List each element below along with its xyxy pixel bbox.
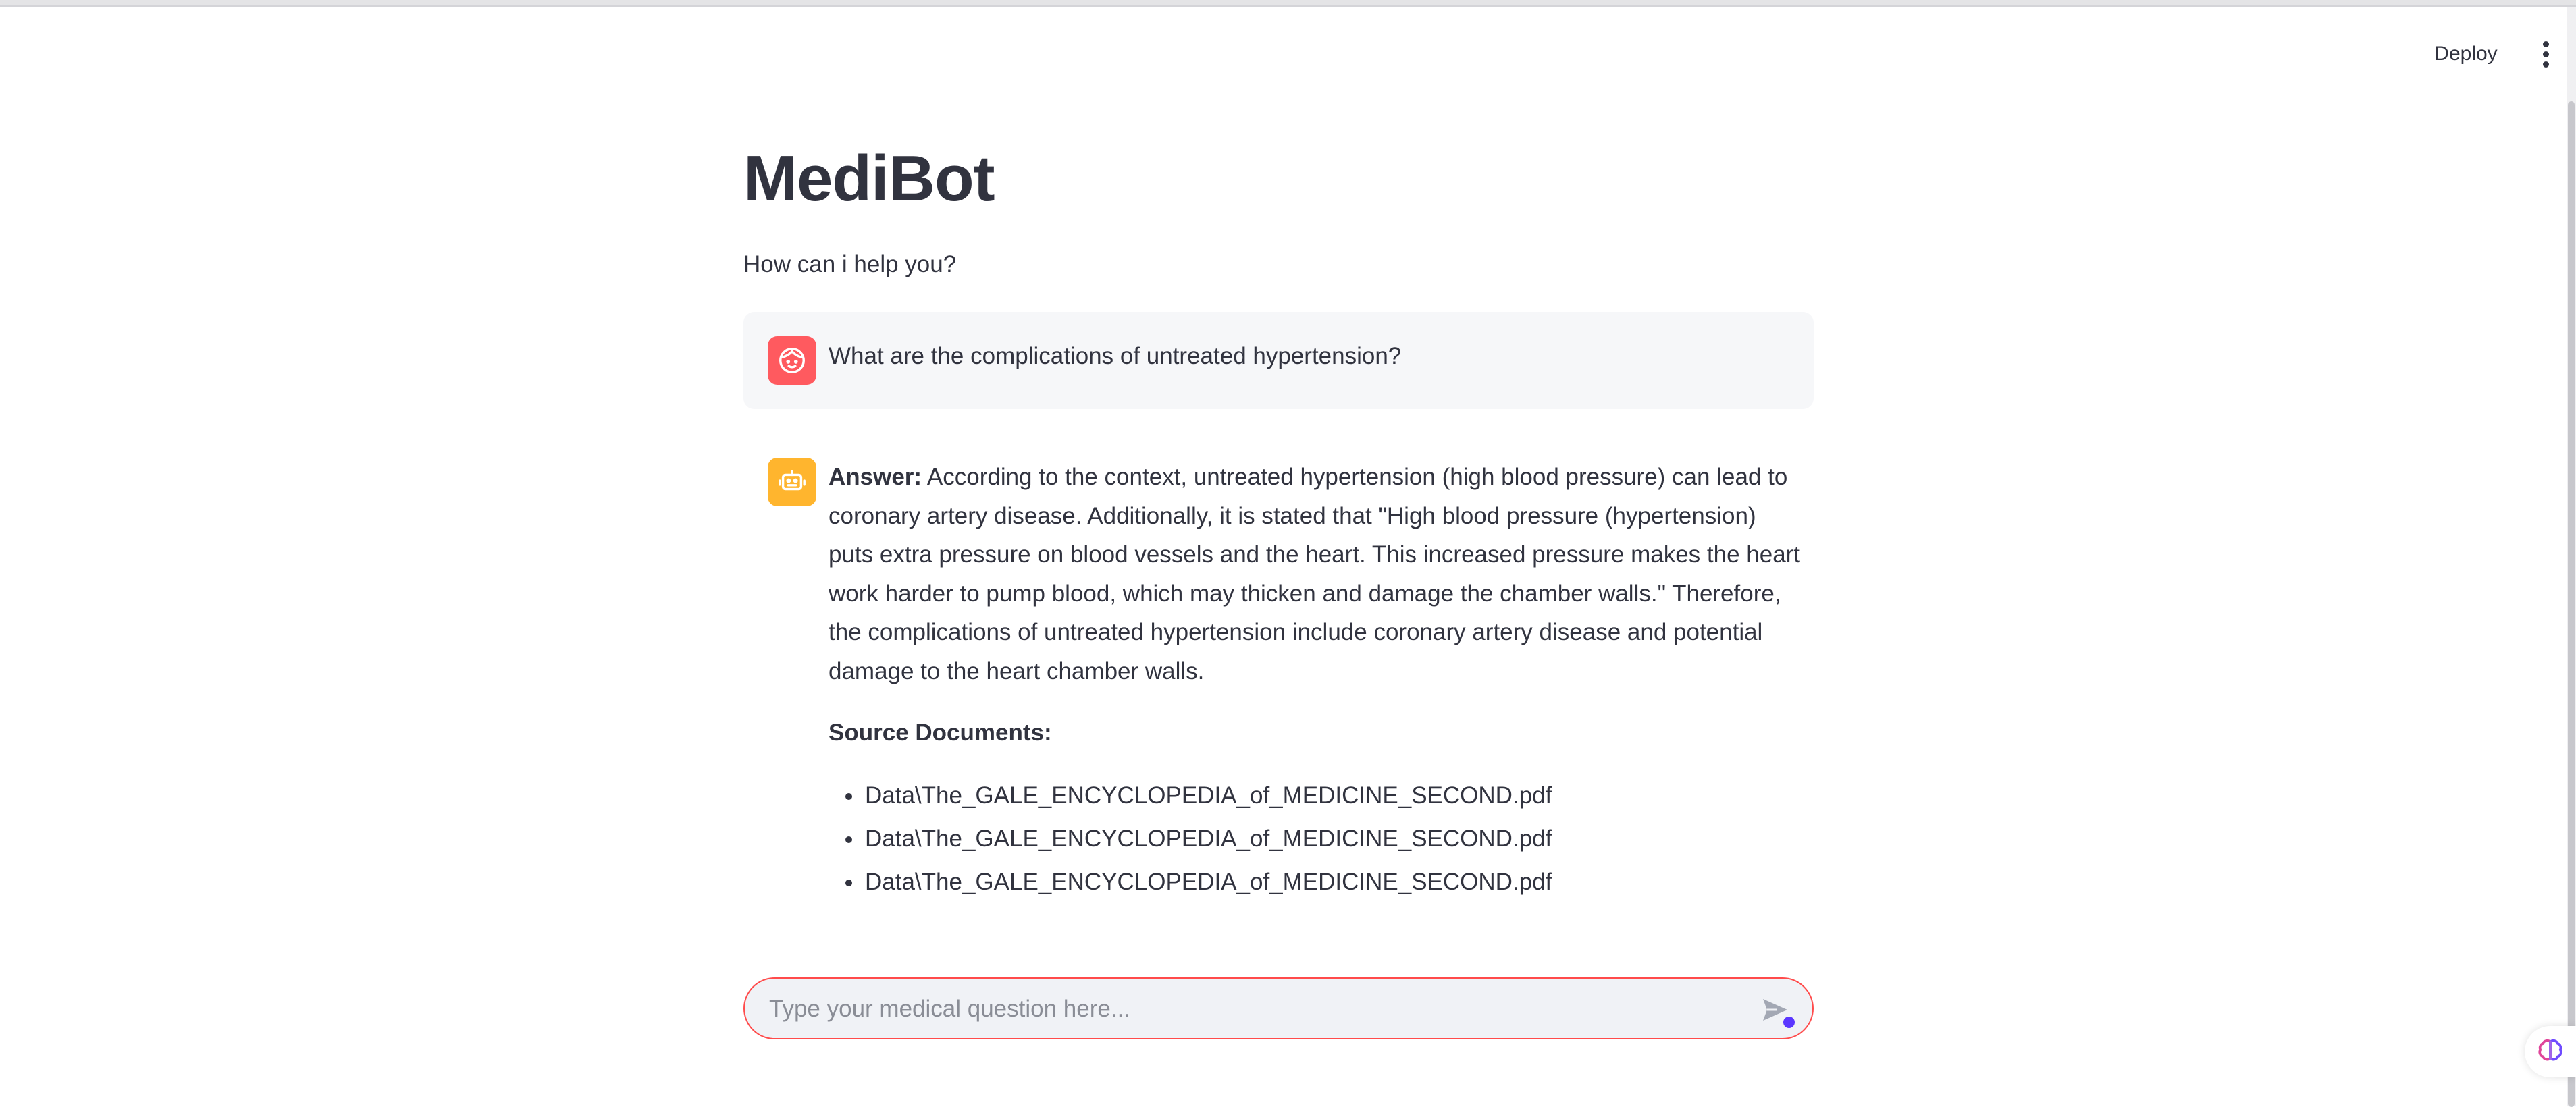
source-documents-list: Data\The_GALE_ENCYCLOPEDIA_of_MEDICINE_S…	[829, 774, 1801, 904]
answer-label: Answer:	[829, 464, 922, 490]
kebab-menu-icon[interactable]	[2529, 34, 2562, 74]
top-decoration-bar	[0, 0, 2576, 7]
assistant-message-content: Answer: According to the context, untrea…	[829, 458, 1801, 904]
source-document-item: Data\The_GALE_ENCYCLOPEDIA_of_MEDICINE_S…	[864, 861, 1801, 904]
source-document-item: Data\The_GALE_ENCYCLOPEDIA_of_MEDICINE_S…	[864, 774, 1801, 817]
source-document-item: Data\The_GALE_ENCYCLOPEDIA_of_MEDICINE_S…	[864, 817, 1801, 861]
chat-input[interactable]	[768, 988, 1743, 1030]
page-subtitle: How can i help you?	[743, 251, 957, 277]
scrollbar[interactable]	[2567, 7, 2576, 1107]
chat-input-container	[743, 977, 1814, 1040]
scrollbar-thumb[interactable]	[2568, 101, 2575, 1107]
user-message-text: What are the complications of untreated …	[829, 343, 1402, 369]
deploy-button[interactable]: Deploy	[2415, 34, 2517, 74]
source-documents-heading: Source Documents:	[829, 720, 1052, 746]
robot-icon	[768, 458, 816, 506]
brain-icon[interactable]	[2525, 1026, 2576, 1077]
answer-text: According to the context, untreated hype…	[829, 464, 1801, 684]
user-chat-message: What are the complications of untreated …	[743, 312, 1814, 409]
page-title: MediBot	[743, 142, 995, 215]
user-face-icon	[768, 336, 816, 385]
status-dot	[1783, 1017, 1795, 1028]
answer-paragraph: Answer: According to the context, untrea…	[829, 458, 1801, 691]
